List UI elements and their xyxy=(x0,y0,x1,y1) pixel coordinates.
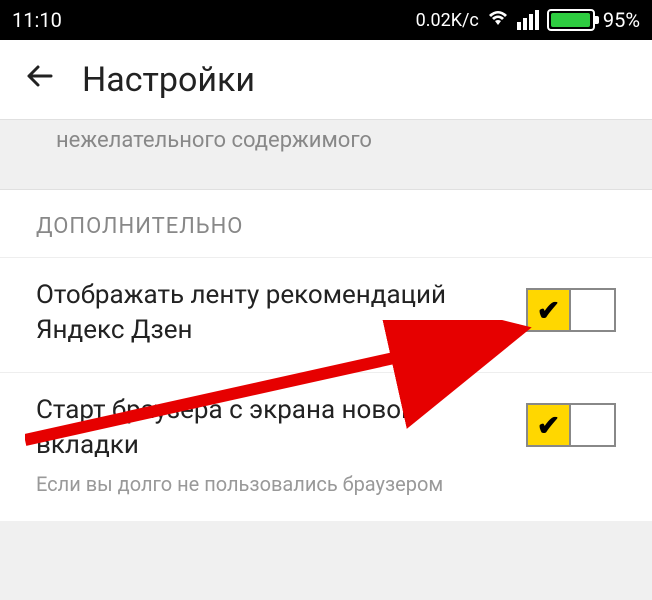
back-arrow-icon[interactable] xyxy=(24,61,54,99)
page-title: Настройки xyxy=(82,60,255,100)
battery-icon xyxy=(547,9,595,31)
network-speed: 0.02K/c xyxy=(416,10,479,31)
toggle-zen-feed[interactable]: ✔ xyxy=(526,288,616,332)
status-time: 11:10 xyxy=(12,8,62,32)
toggle-start-newtab[interactable]: ✔ xyxy=(526,403,616,447)
setting-title: Старт браузера с экрана новой вкладки xyxy=(36,393,516,463)
setting-zen-feed[interactable]: Отображать ленту рекомендаций Яндекс Дзе… xyxy=(0,257,652,372)
app-header: Настройки xyxy=(0,40,652,120)
status-right: 0.02K/c 95% xyxy=(416,8,640,32)
setting-subtitle: Если вы долго не пользовались браузером xyxy=(36,471,516,497)
content: нежелательного содержимого ДОПОЛНИТЕЛЬНО… xyxy=(0,120,652,521)
status-bar: 11:10 0.02K/c 95% xyxy=(0,0,652,40)
setting-start-newtab[interactable]: Старт браузера с экрана новой вкладки Ес… xyxy=(0,372,652,521)
section-additional: ДОПОЛНИТЕЛЬНО Отображать ленту рекоменда… xyxy=(0,189,652,521)
signal-icon xyxy=(517,10,539,30)
wifi-icon xyxy=(487,8,509,32)
previous-setting-tail: нежелательного содержимого xyxy=(0,120,652,169)
battery-percent: 95% xyxy=(603,8,640,32)
section-header: ДОПОЛНИТЕЛЬНО xyxy=(0,190,652,257)
checkmark-icon: ✔ xyxy=(528,290,571,330)
setting-title: Отображать ленту рекомендаций Яндекс Дзе… xyxy=(36,278,516,348)
checkmark-icon: ✔ xyxy=(528,405,571,445)
